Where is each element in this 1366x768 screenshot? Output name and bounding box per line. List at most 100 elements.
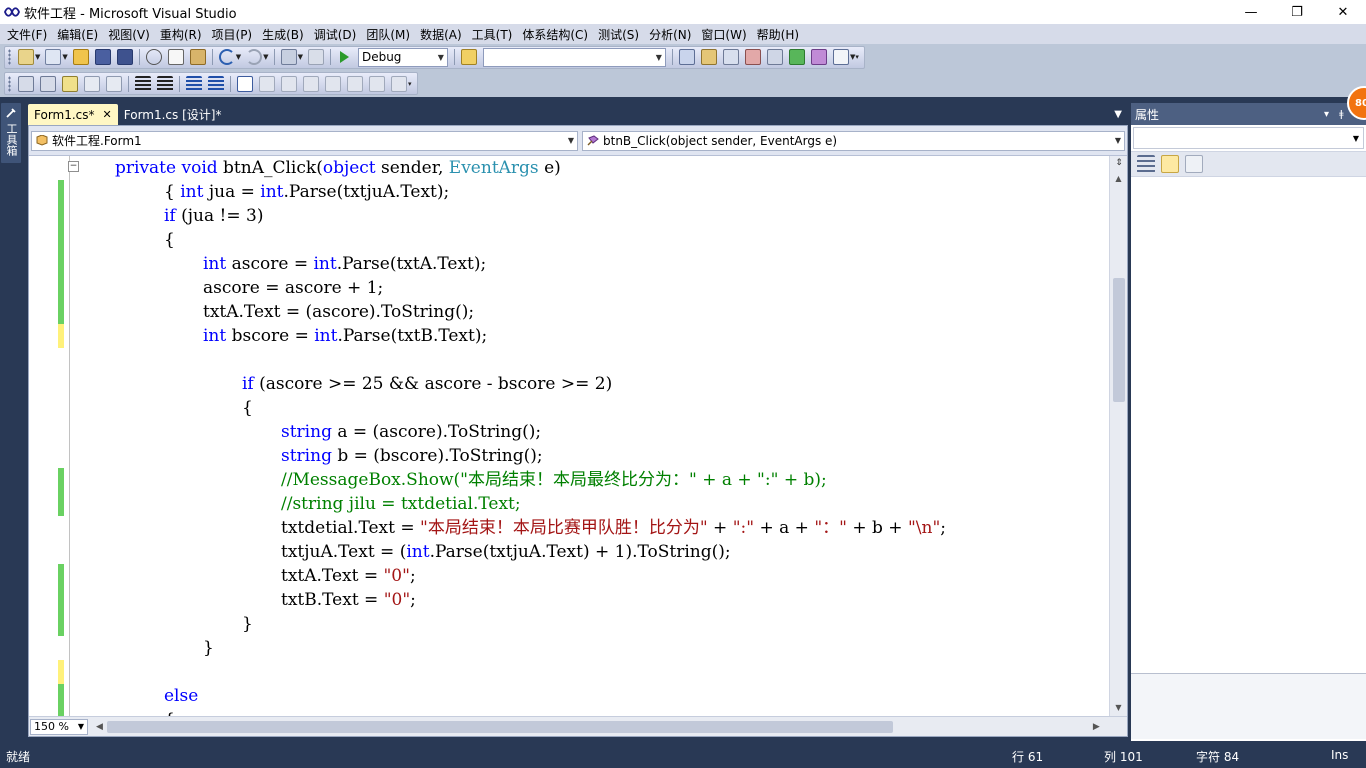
toolbar-options-icon[interactable]: ▾ <box>408 80 412 88</box>
uncomment-lines-icon[interactable] <box>208 75 224 92</box>
properties-window-icon[interactable] <box>700 49 717 65</box>
menu-edit[interactable]: 编辑(E) <box>52 26 103 43</box>
add-item-dropdown-icon[interactable]: ▼ <box>62 53 67 61</box>
zoom-combo[interactable]: 150 % ▼ <box>30 718 88 735</box>
tab-form1-design[interactable]: Form1.cs [设计]* <box>118 104 228 125</box>
new-project-icon[interactable] <box>18 49 34 65</box>
scroll-down-icon[interactable]: ▼ <box>1110 703 1127 712</box>
save-icon[interactable] <box>94 49 111 65</box>
previous-bookmark-in-folder-icon[interactable] <box>303 75 319 92</box>
menu-analyze[interactable]: 分析(N) <box>644 26 696 43</box>
pin-icon[interactable]: ǂ <box>1339 109 1344 120</box>
start-page-icon[interactable] <box>788 49 805 65</box>
property-grid[interactable] <box>1131 177 1366 673</box>
redo-icon[interactable] <box>246 49 263 65</box>
next-bookmark-in-document-icon[interactable] <box>369 75 385 92</box>
open-folder-icon[interactable] <box>72 49 89 65</box>
display-object-member-list-icon[interactable] <box>18 75 34 92</box>
menu-tools[interactable]: 工具(T) <box>467 26 518 43</box>
class-view-icon[interactable] <box>810 49 827 65</box>
clear-bookmarks-icon[interactable] <box>391 75 407 92</box>
menu-debug[interactable]: 调试(D) <box>309 26 362 43</box>
comment-out-lines-icon[interactable] <box>186 75 202 92</box>
menu-team[interactable]: 团队(M) <box>361 26 415 43</box>
paste-icon[interactable] <box>189 49 206 65</box>
menu-data[interactable]: 数据(A) <box>415 26 467 43</box>
extension-manager-icon[interactable] <box>766 49 783 65</box>
toolbox-icon[interactable] <box>744 49 761 65</box>
cut-icon[interactable] <box>145 49 162 65</box>
tab-form1-cs[interactable]: Form1.cs* ✕ <box>28 104 118 125</box>
next-bookmark-icon[interactable] <box>281 75 297 92</box>
solution-explorer-icon[interactable] <box>678 49 695 65</box>
toolbar-options-icon[interactable]: ▾ <box>855 53 859 61</box>
solution-configuration-combo[interactable]: Debug ▼ <box>357 47 448 67</box>
alphabetical-icon[interactable] <box>1161 155 1179 173</box>
restore-button[interactable]: ❐ <box>1274 0 1320 24</box>
code-area[interactable]: − private void btnA_Click(object sender,… <box>29 156 1109 716</box>
categorized-icon[interactable] <box>1137 155 1155 173</box>
display-word-completion-icon[interactable] <box>84 75 100 92</box>
copy-icon[interactable] <box>167 49 184 65</box>
undo-icon[interactable] <box>218 49 235 65</box>
scroll-left-icon[interactable]: ◀ <box>96 722 103 732</box>
decrease-indent-icon[interactable] <box>135 75 151 92</box>
other-windows-icon[interactable] <box>832 49 849 65</box>
horizontal-scroll-thumb[interactable] <box>106 720 893 733</box>
display-quick-info-icon[interactable] <box>62 75 78 92</box>
menu-file[interactable]: 文件(F) <box>2 26 52 43</box>
add-item-icon[interactable] <box>45 49 62 65</box>
toggle-bookmark-icon[interactable] <box>237 75 253 92</box>
display-parameter-info-icon[interactable] <box>40 75 56 92</box>
horizontal-scrollbar[interactable] <box>106 720 1087 734</box>
menu-refactor[interactable]: 重构(R) <box>155 26 207 43</box>
scroll-right-icon[interactable]: ▶ <box>1093 722 1100 732</box>
code-line: string b = (bscore).ToString(); <box>281 446 543 466</box>
menu-build[interactable]: 生成(B) <box>257 26 309 43</box>
title-bar: 软件工程 - Microsoft Visual Studio — ❐ ✕ <box>0 0 1366 24</box>
menu-window[interactable]: 窗口(W) <box>696 26 751 43</box>
navigate-forward-icon[interactable] <box>307 49 324 65</box>
increase-indent-icon[interactable] <box>157 75 173 92</box>
close-tab-icon[interactable]: ✕ <box>103 108 112 121</box>
next-bookmark-in-folder-icon[interactable] <box>325 75 341 92</box>
menu-view[interactable]: 视图(V) <box>103 26 155 43</box>
toolbar-grip[interactable] <box>8 49 11 65</box>
property-pages-icon[interactable] <box>1185 155 1203 173</box>
toolbar-separator <box>329 49 331 65</box>
toolbar-separator <box>671 49 673 65</box>
members-combo-value: btnB_Click(object sender, EventArgs e) <box>603 133 838 148</box>
panel-menu-icon[interactable]: ▾ <box>1324 109 1329 120</box>
find-in-files-icon[interactable] <box>460 49 477 65</box>
members-combo[interactable]: btnB_Click(object sender, EventArgs e) ▼ <box>582 130 1125 151</box>
properties-panel: 属性 ▾ ǂ ✕ ▼ <box>1131 103 1366 741</box>
split-window-icon[interactable]: ⇕ <box>1113 158 1125 170</box>
menu-architecture[interactable]: 体系结构(C) <box>517 26 593 43</box>
toolbar-grip[interactable] <box>8 75 11 92</box>
menu-help[interactable]: 帮助(H) <box>752 26 804 43</box>
vertical-scrollbar[interactable]: ⇕ ▲ ▼ <box>1109 156 1127 716</box>
scroll-up-icon[interactable]: ▲ <box>1110 174 1127 183</box>
menu-test[interactable]: 测试(S) <box>593 26 644 43</box>
start-debugging-icon[interactable] <box>339 51 349 63</box>
navigate-backward-icon[interactable] <box>280 49 297 65</box>
toolbox-tab[interactable]: 工具箱 <box>1 103 21 163</box>
tab-overflow-icon[interactable]: ▼ <box>1114 109 1122 120</box>
previous-bookmark-icon[interactable] <box>259 75 275 92</box>
new-project-dropdown-icon[interactable]: ▼ <box>35 53 40 61</box>
navigate-backward-dropdown-icon[interactable]: ▼ <box>298 53 303 61</box>
menu-project[interactable]: 项目(P) <box>207 26 258 43</box>
previous-bookmark-in-document-icon[interactable] <box>347 75 363 92</box>
minimize-button[interactable]: — <box>1228 0 1274 24</box>
close-button[interactable]: ✕ <box>1320 0 1366 24</box>
collapse-toggle-icon[interactable]: − <box>68 161 79 172</box>
save-all-icon[interactable] <box>116 49 133 65</box>
object-browser-icon[interactable] <box>722 49 739 65</box>
vertical-scroll-thumb[interactable] <box>1113 278 1125 402</box>
types-combo[interactable]: 软件工程.Form1 ▼ <box>31 130 578 151</box>
find-combo[interactable]: ▼ <box>482 47 666 67</box>
undo-dropdown-icon[interactable]: ▼ <box>236 53 241 61</box>
object-selector-combo[interactable]: ▼ <box>1133 127 1364 149</box>
redo-dropdown-icon[interactable]: ▼ <box>263 53 268 61</box>
outline-icon[interactable] <box>106 75 122 92</box>
